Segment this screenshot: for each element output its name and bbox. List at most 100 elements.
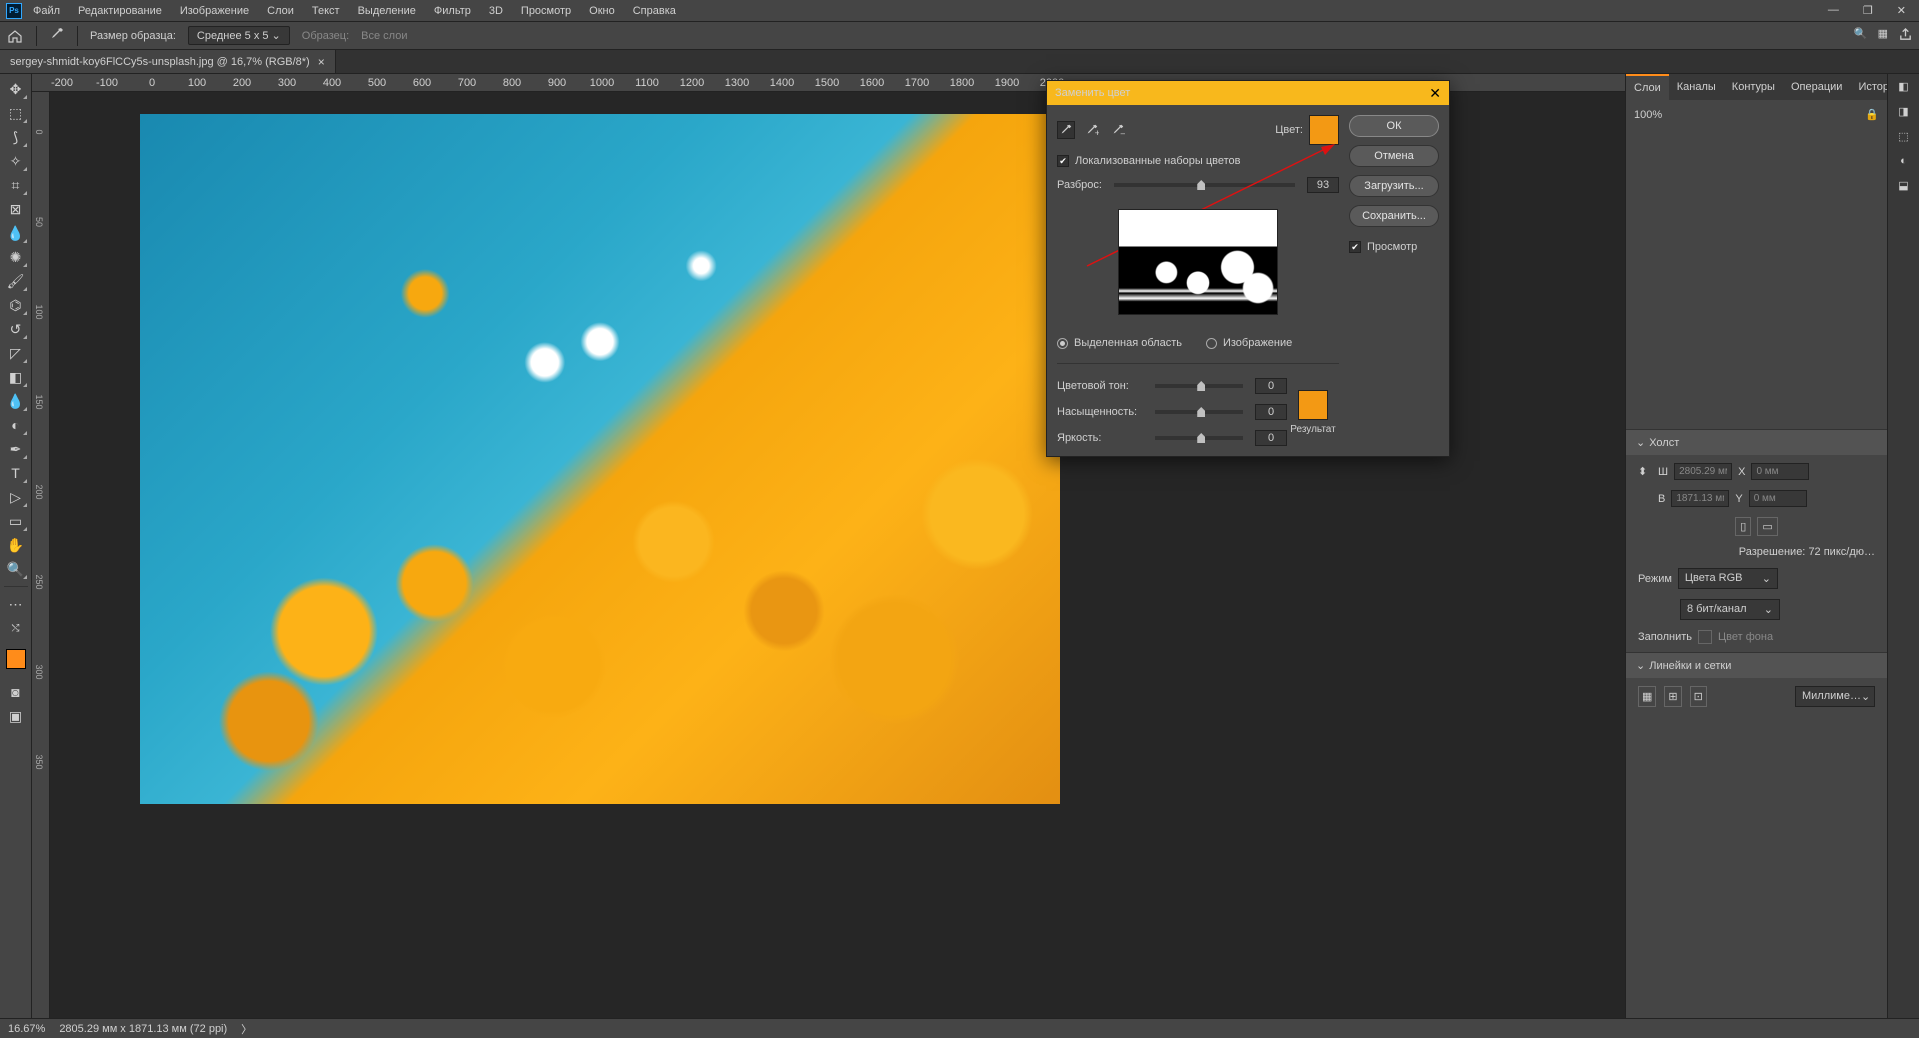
move-tool-icon[interactable]: ✥ xyxy=(4,78,28,100)
screen-mode-icon[interactable]: ▣ xyxy=(4,705,28,727)
ruler-opt2-icon[interactable]: ⊞ xyxy=(1664,686,1681,707)
swatches-panel-icon[interactable]: ◨ xyxy=(1898,105,1908,118)
menu-file[interactable]: Файл xyxy=(26,3,67,19)
status-expand-icon[interactable]: 〉 xyxy=(241,1021,252,1037)
blur-tool-icon[interactable]: 💧 xyxy=(4,390,28,412)
hand-tool-icon[interactable]: ✋ xyxy=(4,534,28,556)
lasso-tool-icon[interactable]: ⟆ xyxy=(4,126,28,148)
frame-tool-icon[interactable]: ⊠ xyxy=(4,198,28,220)
win-minimize-icon[interactable]: — xyxy=(1821,2,1846,19)
landscape-icon[interactable]: ▭ xyxy=(1757,517,1777,536)
menu-text[interactable]: Текст xyxy=(305,3,347,19)
tab-channels[interactable]: Каналы xyxy=(1669,75,1724,99)
tab-close-icon[interactable]: × xyxy=(318,55,325,69)
zoom-tool-icon[interactable]: 🔍 xyxy=(4,558,28,580)
home-icon[interactable] xyxy=(6,27,24,45)
height-field[interactable] xyxy=(1671,490,1729,507)
quick-select-tool-icon[interactable]: ✧ xyxy=(4,150,28,172)
libraries-panel-icon[interactable]: ⬓ xyxy=(1898,179,1908,192)
y-field[interactable] xyxy=(1749,490,1807,507)
menu-edit[interactable]: Редактирование xyxy=(71,3,169,19)
win-maximize-icon[interactable]: ❐ xyxy=(1856,2,1880,19)
preview-checkbox[interactable]: Просмотр xyxy=(1349,241,1439,253)
pen-tool-icon[interactable]: ✒ xyxy=(4,438,28,460)
ruler-opt3-icon[interactable]: ⊡ xyxy=(1690,686,1707,707)
fuzziness-value[interactable]: 93 xyxy=(1307,177,1339,193)
arrange-icon[interactable]: ▦ xyxy=(1878,27,1888,45)
menu-help[interactable]: Справка xyxy=(626,3,683,19)
save-button[interactable]: Сохранить... xyxy=(1349,205,1439,227)
dodge-tool-icon[interactable]: ◐ xyxy=(4,414,28,436)
document-tab[interactable]: sergey-shmidt-koy6FlCCy5s-unsplash.jpg @… xyxy=(0,50,336,73)
fill-swatch[interactable] xyxy=(1698,630,1712,644)
source-color-swatch[interactable] xyxy=(1309,115,1339,145)
sat-value[interactable]: 0 xyxy=(1255,404,1287,420)
brush-tool-icon[interactable]: 🖌 xyxy=(4,270,28,292)
properties-panel-icon[interactable]: ⬚ xyxy=(1898,130,1908,143)
lig-slider[interactable] xyxy=(1155,436,1243,440)
color-panel-icon[interactable]: ◧ xyxy=(1898,80,1908,93)
dialog-close-icon[interactable]: ✕ xyxy=(1429,85,1441,102)
win-close-icon[interactable]: ✕ xyxy=(1890,2,1913,19)
menu-select[interactable]: Выделение xyxy=(351,3,423,19)
rulers-section-header[interactable]: ⌄Линейки и сетки xyxy=(1626,652,1887,678)
menu-filter[interactable]: Фильтр xyxy=(427,3,478,19)
menu-image[interactable]: Изображение xyxy=(173,3,256,19)
color-mode-select[interactable]: Цвета RGB⌄ xyxy=(1678,568,1778,589)
bit-depth-select[interactable]: 8 бит/канал⌄ xyxy=(1680,599,1780,620)
cancel-button[interactable]: Отмена xyxy=(1349,145,1439,167)
shape-tool-icon[interactable]: ▭ xyxy=(4,510,28,532)
doc-dimensions: 2805.29 мм x 1871.13 мм (72 ppi) xyxy=(59,1023,227,1035)
adjustments-panel-icon[interactable]: ◐ xyxy=(1900,155,1907,167)
menu-window[interactable]: Окно xyxy=(582,3,622,19)
eraser-tool-icon[interactable]: ◸ xyxy=(4,342,28,364)
marquee-tool-icon[interactable]: ⬚ xyxy=(4,102,28,124)
x-field[interactable] xyxy=(1751,463,1809,480)
clone-stamp-tool-icon[interactable]: ⌬ xyxy=(4,294,28,316)
zoom-level[interactable]: 16.67% xyxy=(8,1023,45,1035)
sat-slider[interactable] xyxy=(1155,410,1243,414)
edit-toolbar-icon[interactable]: ⋯ xyxy=(4,593,28,615)
menu-layer[interactable]: Слои xyxy=(260,3,301,19)
quick-mask-icon[interactable]: ◙ xyxy=(4,681,28,703)
path-select-tool-icon[interactable]: ▷ xyxy=(4,486,28,508)
gradient-tool-icon[interactable]: ◧ xyxy=(4,366,28,388)
lig-value[interactable]: 0 xyxy=(1255,430,1287,446)
eyedropper-add-icon[interactable]: + xyxy=(1083,121,1101,139)
tab-paths[interactable]: Контуры xyxy=(1724,75,1783,99)
sample-value: Все слои xyxy=(361,30,407,42)
menu-view[interactable]: Просмотр xyxy=(514,3,578,19)
swap-colors-icon[interactable]: ⤭ xyxy=(4,617,28,639)
sample-size-select[interactable]: Среднее 5 x 5 ⌄ xyxy=(188,26,290,45)
portrait-icon[interactable]: ▯ xyxy=(1735,517,1751,536)
eyedropper-icon[interactable] xyxy=(49,26,65,45)
fuzziness-slider[interactable] xyxy=(1114,183,1295,187)
type-tool-icon[interactable]: T xyxy=(4,462,28,484)
eyedropper-tool-icon[interactable]: 💧 xyxy=(4,222,28,244)
dialog-titlebar[interactable]: Заменить цвет ✕ xyxy=(1047,81,1449,105)
search-icon[interactable]: 🔍 xyxy=(1854,27,1868,45)
hue-slider[interactable] xyxy=(1155,384,1243,388)
crop-tool-icon[interactable]: ⌗ xyxy=(4,174,28,196)
width-field[interactable] xyxy=(1674,463,1732,480)
tab-actions[interactable]: Операции xyxy=(1783,75,1850,99)
localized-checkbox[interactable] xyxy=(1057,155,1069,167)
hue-value[interactable]: 0 xyxy=(1255,378,1287,394)
healing-brush-tool-icon[interactable]: ✺ xyxy=(4,246,28,268)
menu-3d[interactable]: 3D xyxy=(482,3,510,19)
foreground-swatch[interactable] xyxy=(6,649,26,669)
tab-layers[interactable]: Слои xyxy=(1626,74,1669,100)
load-button[interactable]: Загрузить... xyxy=(1349,175,1439,197)
image-radio[interactable]: Изображение xyxy=(1206,337,1292,349)
selection-radio[interactable]: Выделенная область xyxy=(1057,337,1182,349)
eyedropper-set-icon[interactable] xyxy=(1057,121,1075,139)
eyedropper-sub-icon[interactable]: – xyxy=(1109,121,1127,139)
ok-button[interactable]: ОК xyxy=(1349,115,1439,137)
history-brush-tool-icon[interactable]: ↺ xyxy=(4,318,28,340)
unit-select[interactable]: Миллиме…⌄ xyxy=(1795,686,1875,707)
ruler-opt1-icon[interactable]: ▦ xyxy=(1638,686,1656,707)
result-color-swatch[interactable] xyxy=(1298,390,1328,420)
share-icon[interactable] xyxy=(1898,27,1913,45)
canvas-section-header[interactable]: ⌄Холст xyxy=(1626,429,1887,455)
lock-icon[interactable]: 🔒 xyxy=(1865,108,1879,121)
